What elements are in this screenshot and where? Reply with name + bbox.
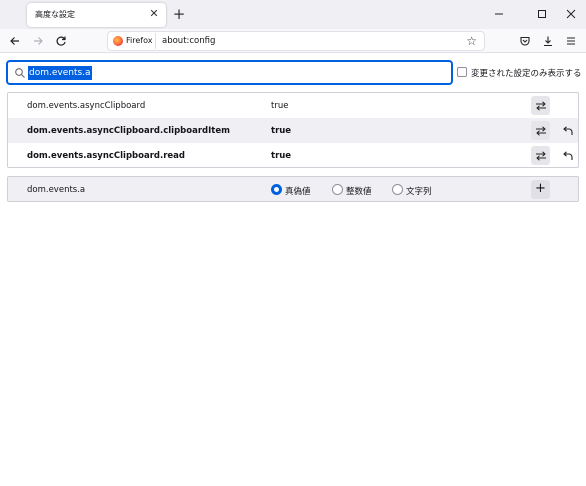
pref-table: dom.events.asyncClipboard true dom.event… xyxy=(7,92,579,168)
toggle-arrows-icon xyxy=(535,100,546,111)
minimize-icon xyxy=(495,13,503,15)
reset-button[interactable] xyxy=(558,121,576,140)
reload-button[interactable] xyxy=(52,32,70,50)
table-row: dom.events.asyncClipboard.read true xyxy=(8,143,578,168)
hamburger-menu-icon xyxy=(567,37,575,45)
pref-name: dom.events.asyncClipboard.clipboardItem xyxy=(27,126,230,136)
add-pref-button[interactable]: + xyxy=(531,180,550,199)
tab-strip: 高度な設定 ✕ + xyxy=(0,0,586,29)
table-row: dom.events.asyncClipboard.clipboardItem … xyxy=(8,118,578,143)
maximize-button[interactable] xyxy=(532,4,552,24)
pref-name: dom.events.asyncClipboard xyxy=(27,101,146,111)
search-icon xyxy=(15,68,25,78)
navigation-toolbar: Firefox about:config ☆ xyxy=(0,29,586,53)
identity-label: Firefox xyxy=(126,36,153,45)
pocket-icon xyxy=(520,36,530,46)
downloads-button[interactable] xyxy=(539,32,557,50)
pref-value: true xyxy=(271,101,289,111)
pref-name: dom.events.asyncClipboard.read xyxy=(27,151,186,161)
type-label-string[interactable]: 文字列 xyxy=(406,185,432,197)
type-radio-boolean[interactable] xyxy=(271,184,282,195)
show-modified-label[interactable]: 変更された設定のみ表示する xyxy=(471,67,582,79)
type-label-boolean[interactable]: 真偽値 xyxy=(285,185,311,197)
firefox-logo-icon xyxy=(113,36,123,46)
url-bar[interactable]: Firefox about:config ☆ xyxy=(107,31,485,51)
url-text[interactable]: about:config xyxy=(162,36,215,46)
back-button[interactable] xyxy=(6,32,24,50)
reload-icon xyxy=(56,36,66,46)
tab-title: 高度な設定 xyxy=(35,10,75,19)
pocket-button[interactable] xyxy=(516,32,534,50)
close-tab-icon[interactable]: ✕ xyxy=(148,7,160,21)
undo-icon xyxy=(562,125,573,135)
menu-button[interactable] xyxy=(562,32,580,50)
search-input[interactable]: dom.events.a xyxy=(28,66,92,80)
maximize-icon xyxy=(538,10,546,18)
type-label-number[interactable]: 整数値 xyxy=(346,185,372,197)
minimize-button[interactable] xyxy=(489,4,509,24)
toggle-button[interactable] xyxy=(531,146,550,165)
arrow-left-icon xyxy=(10,37,19,45)
bookmark-star-icon[interactable]: ☆ xyxy=(466,34,477,48)
toggle-arrows-icon xyxy=(535,125,546,136)
table-row: dom.events.asyncClipboard true xyxy=(8,93,578,118)
close-window-button[interactable] xyxy=(561,4,581,24)
toggle-button[interactable] xyxy=(531,121,550,140)
new-pref-name: dom.events.a xyxy=(27,185,86,195)
undo-icon xyxy=(562,150,573,160)
identity-box[interactable]: Firefox xyxy=(108,33,156,49)
tab-advanced-settings[interactable]: 高度な設定 ✕ xyxy=(27,3,166,27)
type-radio-string[interactable] xyxy=(392,184,403,195)
show-modified-checkbox[interactable] xyxy=(457,67,467,77)
reset-button[interactable] xyxy=(558,146,576,165)
download-icon xyxy=(544,36,552,47)
pref-search-box[interactable]: dom.events.a xyxy=(6,60,453,85)
toggle-button[interactable] xyxy=(531,96,550,115)
close-icon xyxy=(566,9,576,19)
arrow-right-icon xyxy=(34,37,43,45)
toggle-arrows-icon xyxy=(535,150,546,161)
pref-value: true xyxy=(271,126,292,136)
add-pref-row: dom.events.a 真偽値 整数値 文字列 + xyxy=(7,176,579,202)
new-tab-button[interactable]: + xyxy=(171,5,187,23)
pref-value: true xyxy=(271,151,292,161)
plus-icon: + xyxy=(535,181,546,196)
forward-button[interactable] xyxy=(29,32,47,50)
type-radio-number[interactable] xyxy=(332,184,343,195)
